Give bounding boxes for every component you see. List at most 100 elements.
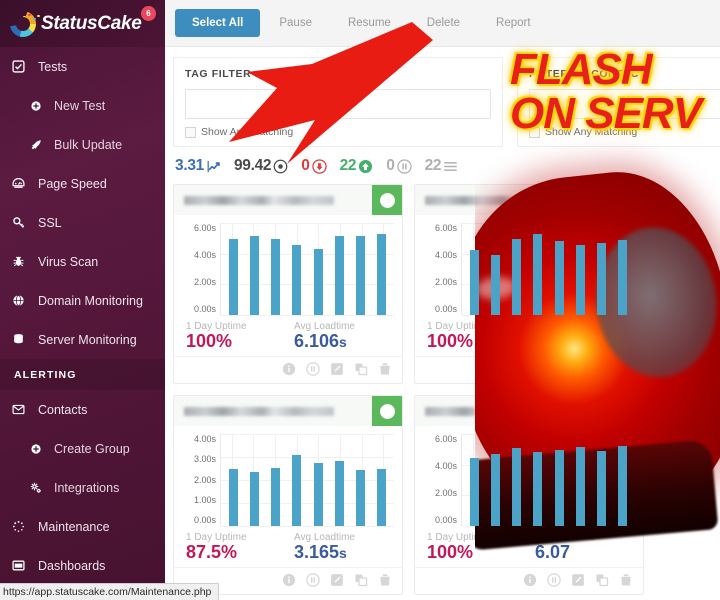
card-action-pause[interactable] (306, 573, 320, 587)
pause-button[interactable]: Pause (262, 9, 329, 37)
stat-tests-total: 22 (425, 157, 459, 175)
y-axis-tick: 2.00s (434, 488, 457, 498)
chart-bar (334, 461, 344, 526)
contact-show-any-label: Show Any Matching (545, 126, 638, 138)
contact-show-any-checkbox[interactable] (529, 126, 540, 138)
sidebar-item-domain-monitoring[interactable]: Domain Monitoring (0, 281, 165, 320)
card-loadtime-unit: s (339, 334, 347, 350)
card-action-duplicate[interactable] (595, 362, 609, 376)
stat-value: 0 (301, 157, 310, 174)
card-action-edit[interactable] (330, 362, 344, 376)
card-action-duplicate[interactable] (354, 362, 368, 376)
contact-filter-input[interactable] (529, 89, 720, 119)
chart-plot-area (461, 434, 635, 527)
card-action-delete[interactable] (378, 573, 392, 587)
y-axis-tick: 2.00s (434, 277, 457, 287)
y-axis-tick: 0.00s (434, 515, 457, 525)
chart-bar (355, 469, 365, 526)
arrow-up-circle-icon (620, 192, 636, 208)
sidebar-item-create-group[interactable]: Create Group (0, 429, 165, 468)
card-uptime: 1 Day Uptime 100% (427, 321, 535, 352)
card-loadtime-value: 5 (535, 331, 546, 351)
sidebar-item-label: Virus Scan (38, 254, 99, 269)
sidebar-item-ssl[interactable]: SSL (0, 203, 165, 242)
sidebar-item-dashboards[interactable]: Dashboards (0, 546, 165, 585)
stat-tests-down: 0 (301, 157, 327, 175)
test-card-1[interactable]: 6.00s 4.00s 2.00s 0.00s 1 Day Uptime 100% Avg … (173, 184, 403, 384)
window-icon (12, 560, 25, 571)
tag-show-any-row[interactable]: Show Any Matching (185, 126, 491, 138)
pause-circle-icon (306, 362, 320, 376)
tag-show-any-checkbox[interactable] (185, 126, 196, 138)
chart-y-axis: 6.00s 4.00s 2.00s 0.00s (419, 223, 461, 315)
test-card-4[interactable]: 6.00s 4.00s 2.00s 0.00s 1 Day Uptime 100% Avg … (414, 395, 644, 595)
chart-gridlines (221, 434, 394, 527)
card-action-info[interactable] (282, 362, 296, 376)
card-action-duplicate[interactable] (595, 573, 609, 587)
y-axis-tick: 3.00s (193, 454, 216, 465)
card-action-info[interactable] (282, 573, 296, 587)
window-icon (12, 559, 34, 572)
sidebar-item-new-test[interactable]: New Test (0, 86, 165, 125)
stat-value: 99.42 (233, 157, 272, 174)
test-card-3[interactable]: 4.00s 3.00s 2.00s 1.00s 0.00s 1 Day Uptime 87.… (173, 395, 403, 595)
y-axis-tick: 0.00s (193, 515, 216, 525)
report-button[interactable]: Report (479, 9, 548, 37)
card-action-edit[interactable] (571, 362, 585, 376)
card-action-edit[interactable] (571, 573, 585, 587)
sidebar-item-tests[interactable]: Tests (0, 47, 165, 86)
card-header (174, 185, 402, 215)
card-status-badge-up (613, 185, 643, 215)
contact-filter-panel: FILTER BY CONTACT Show Any Matching (517, 57, 720, 147)
trash-icon (621, 574, 631, 586)
select-all-button[interactable]: Select All (175, 9, 261, 37)
copy-icon (596, 574, 609, 587)
sidebar-item-integrations[interactable]: Integrations (0, 468, 165, 507)
trash-icon (621, 363, 631, 375)
card-action-info[interactable] (523, 573, 537, 587)
contact-show-any-row[interactable]: Show Any Matching (529, 126, 720, 138)
card-action-bar (415, 567, 643, 594)
sidebar-item-virus-scan[interactable]: Virus Scan (0, 242, 165, 281)
chart-bar (491, 454, 501, 526)
card-loadtime-chart: 4.00s 3.00s 2.00s 1.00s 0.00s (174, 426, 402, 528)
card-action-delete[interactable] (378, 362, 392, 376)
speedometer-icon (12, 177, 34, 190)
card-header (415, 396, 643, 426)
key-icon (12, 216, 34, 229)
sidebar-item-label: New Test (54, 98, 106, 113)
stat-value: 3.31 (175, 157, 204, 174)
card-action-delete[interactable] (619, 573, 633, 587)
sidebar-item-label: Domain Monitoring (38, 293, 143, 308)
card-title-redacted (425, 195, 575, 205)
y-axis-tick: 1.00s (193, 494, 216, 505)
arrow-up-circle-icon (620, 403, 636, 419)
card-action-delete[interactable] (619, 362, 633, 376)
sidebar-item-contacts[interactable]: Contacts (0, 390, 165, 429)
card-action-pause[interactable] (306, 362, 320, 376)
sidebar-item-server-monitoring[interactable]: Server Monitoring (0, 320, 165, 359)
sidebar-item-bulk-update[interactable]: Bulk Update (0, 125, 165, 164)
sidebar-item-maintenance[interactable]: Maintenance (0, 507, 165, 546)
info-circle-icon (282, 573, 296, 587)
rocket-icon (30, 139, 50, 151)
sidebar-item-page-speed[interactable]: Page Speed (0, 164, 165, 203)
tag-filter-input[interactable] (185, 89, 491, 119)
card-action-info[interactable] (523, 362, 537, 376)
delete-button[interactable]: Delete (410, 9, 477, 37)
card-action-edit[interactable] (330, 573, 344, 587)
chart-bar (271, 238, 281, 315)
card-action-duplicate[interactable] (354, 573, 368, 587)
plus-circle-icon (31, 100, 41, 111)
arrow-up-circle-icon (379, 403, 395, 419)
chart-plot-area (461, 223, 635, 316)
card-action-pause[interactable] (547, 362, 561, 376)
gears-icon (30, 482, 41, 493)
notification-badge[interactable]: 6 (141, 6, 156, 21)
resume-button[interactable]: Resume (331, 9, 408, 37)
card-action-pause[interactable] (547, 573, 561, 587)
test-card-2[interactable]: 6.00s 4.00s 2.00s 0.00s 1 Day Uptime 100% Avg … (414, 184, 644, 384)
chart-bar (250, 236, 260, 315)
y-axis-tick: 4.00s (193, 434, 216, 444)
brand-logo[interactable]: StatusCake 6 (0, 0, 165, 47)
